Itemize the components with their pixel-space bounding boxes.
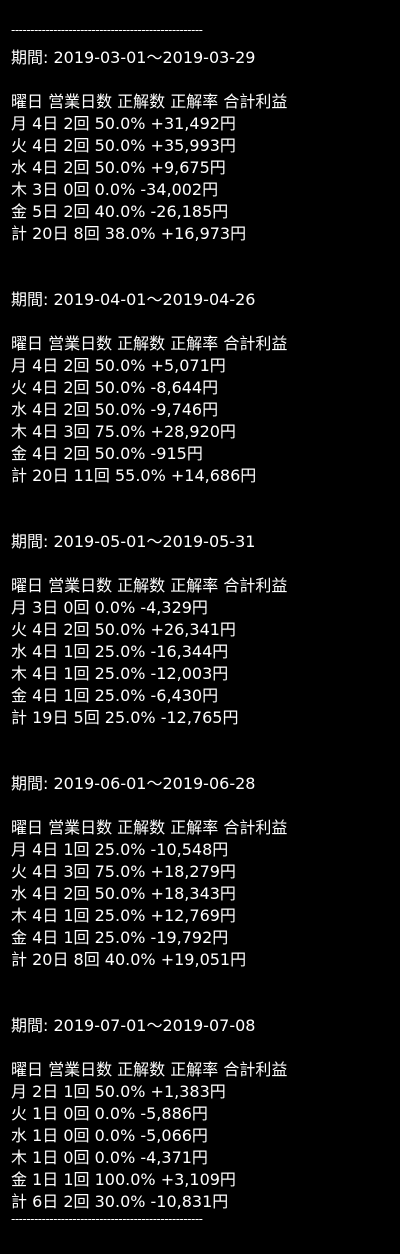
period-range: 期間: 2019-05-01～2019-05-31 <box>11 532 256 551</box>
table-row: 月 4日 2回 50.0% +31,492円 <box>11 114 236 133</box>
total-row: 計 19日 5回 25.0% -12,765円 <box>11 708 239 727</box>
period-block: 期間: 2019-06-01～2019-06-28 曜日 営業日数 正解数 正解… <box>11 773 400 971</box>
table-header: 曜日 営業日数 正解数 正解率 合計利益 <box>11 1060 288 1079</box>
table-row: 水 4日 2回 50.0% +9,675円 <box>11 158 226 177</box>
table-header: 曜日 営業日数 正解数 正解率 合計利益 <box>11 818 288 837</box>
total-row: 計 20日 8回 40.0% +19,051円 <box>11 950 247 969</box>
period-block: 期間: 2019-03-01～2019-03-29 曜日 営業日数 正解数 正解… <box>11 47 400 245</box>
table-row: 月 3日 0回 0.0% -4,329円 <box>11 598 208 617</box>
table-row: 水 4日 2回 50.0% -9,746円 <box>11 400 219 419</box>
table-row: 水 4日 2回 50.0% +18,343円 <box>11 884 236 903</box>
table-row: 月 2日 1回 50.0% +1,383円 <box>11 1082 226 1101</box>
table-row: 火 4日 2回 50.0% +26,341円 <box>11 620 236 639</box>
table-row: 水 1日 0回 0.0% -5,066円 <box>11 1126 208 1145</box>
period-range: 期間: 2019-06-01～2019-06-28 <box>11 774 256 793</box>
period-block: 期間: 2019-04-01～2019-04-26 曜日 営業日数 正解数 正解… <box>11 289 400 487</box>
period-range: 期間: 2019-07-01～2019-07-08 <box>11 1016 256 1035</box>
table-row: 火 4日 3回 75.0% +18,279円 <box>11 862 236 881</box>
period-block: 期間: 2019-07-01～2019-07-08 曜日 営業日数 正解数 正解… <box>11 1015 400 1213</box>
table-row: 火 4日 2回 50.0% -8,644円 <box>11 378 219 397</box>
table-row: 木 4日 1回 25.0% +12,769円 <box>11 906 236 925</box>
table-row: 金 5日 2回 40.0% -26,185円 <box>11 202 229 221</box>
table-row: 金 1日 1回 100.0% +3,109円 <box>11 1170 236 1189</box>
table-row: 金 4日 1回 25.0% -6,430円 <box>11 686 219 705</box>
total-row: 計 20日 11回 55.0% +14,686円 <box>11 466 257 485</box>
bottom-separator: ----------------------------------------… <box>11 1213 203 1225</box>
table-row: 月 4日 2回 50.0% +5,071円 <box>11 356 226 375</box>
total-row: 計 20日 8回 38.0% +16,973円 <box>11 224 247 243</box>
period-block: 期間: 2019-05-01～2019-05-31 曜日 営業日数 正解数 正解… <box>11 531 400 729</box>
period-range: 期間: 2019-04-01～2019-04-26 <box>11 290 256 309</box>
table-header: 曜日 営業日数 正解数 正解率 合計利益 <box>11 92 288 111</box>
table-row: 火 1日 0回 0.0% -5,886円 <box>11 1104 208 1123</box>
table-row: 木 4日 1回 25.0% -12,003円 <box>11 664 229 683</box>
table-row: 水 4日 1回 25.0% -16,344円 <box>11 642 229 661</box>
table-row: 木 3日 0回 0.0% -34,002円 <box>11 180 219 199</box>
table-row: 木 4日 3回 75.0% +28,920円 <box>11 422 236 441</box>
table-row: 木 1日 0回 0.0% -4,371円 <box>11 1148 208 1167</box>
top-separator: ----------------------------------------… <box>11 23 203 36</box>
total-row: 計 6日 2回 30.0% -10,831円 <box>11 1192 229 1211</box>
period-range: 期間: 2019-03-01～2019-03-29 <box>11 48 256 67</box>
table-header: 曜日 営業日数 正解数 正解率 合計利益 <box>11 576 288 595</box>
report-page: ----------------------------------------… <box>0 0 400 1254</box>
table-row: 金 4日 1回 25.0% -19,792円 <box>11 928 229 947</box>
table-row: 月 4日 1回 25.0% -10,548円 <box>11 840 229 859</box>
table-row: 金 4日 2回 50.0% -915円 <box>11 444 203 463</box>
table-row: 火 4日 2回 50.0% +35,993円 <box>11 136 236 155</box>
table-header: 曜日 営業日数 正解数 正解率 合計利益 <box>11 334 288 353</box>
